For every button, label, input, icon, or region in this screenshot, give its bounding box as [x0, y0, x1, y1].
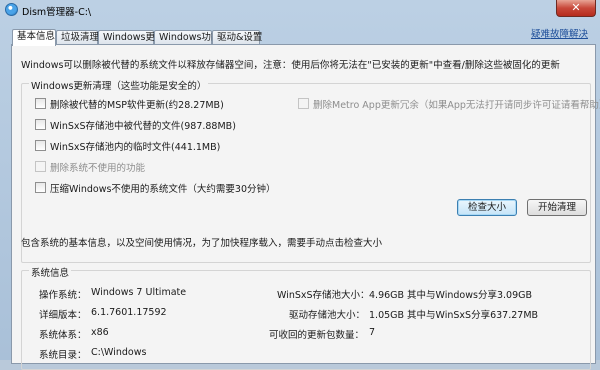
- start-cleanup-button[interactable]: 开始清理: [527, 199, 587, 216]
- dism-manager-window: Dism管理器-C:\ ✕ 疑难故障解决 基本信息 垃圾清理 Windows更新…: [0, 0, 600, 370]
- tab-drivers-settings[interactable]: 驱动&设置: [212, 30, 262, 44]
- driver-store-value: 1.05GB 其中与WinSxS分享637.27MB: [369, 310, 539, 321]
- version-value: 6.1.7601.17592: [91, 307, 167, 318]
- window-title: Dism管理器-C:\: [22, 7, 92, 18]
- update-cleanup-group-title: Windows更新清理（这些功能是安全的）: [29, 78, 209, 92]
- checkbox-box: [35, 161, 46, 172]
- sysdir-label: 系统目录：: [39, 350, 87, 361]
- size-note-text: 包含系统的基本信息，以及空间使用情况，为了加快程序载入，需要手动点击检查大小: [21, 238, 383, 249]
- tab-panel-basic-info: Windows可以删除被代替的系统文件以释放存储器空间，注意：使用后你将无法在"…: [11, 44, 600, 370]
- tab-windows-update[interactable]: Windows更新: [98, 30, 164, 44]
- winsxs-size-label: WinSxS存储池大小：: [277, 290, 370, 301]
- os-label: 操作系统：: [39, 290, 87, 301]
- checkbox-label: WinSxS存储池内的临时文件(441.1MB): [50, 141, 221, 153]
- reclaimable-value: 7: [369, 327, 376, 338]
- driver-store-label: 驱动存储池大小：: [289, 310, 366, 321]
- checkbox-metro-app: 删除Metro App更新冗余（如果App无法打开请同步许可证请看帮助）: [298, 97, 600, 111]
- checkbox-msp-updates[interactable]: 删除被代替的MSP软件更新(约28.27MB): [35, 97, 224, 111]
- checkbox-label: 压缩Windows不使用的系统文件（大约需要30分钟）: [50, 183, 276, 195]
- winsxs-size-value: 4.96GB 其中与Windows分享3.09GB: [369, 290, 532, 301]
- app-icon: [5, 3, 18, 16]
- checkbox-box[interactable]: [35, 140, 46, 151]
- intro-text: Windows可以删除被代替的系统文件以释放存储器空间，注意：使用后你将无法在"…: [21, 60, 560, 71]
- os-value: Windows 7 Ultimate: [91, 287, 187, 298]
- checkbox-label: 删除被代替的MSP软件更新(约28.27MB): [50, 99, 224, 111]
- sysdir-value: C:\Windows: [91, 347, 147, 358]
- checkbox-winsxs-superseded[interactable]: WinSxS存储池中被代替的文件(987.88MB): [35, 118, 236, 132]
- title-bar: Dism管理器-C:\ ✕: [0, 0, 600, 20]
- arch-label: 系统体系：: [39, 330, 87, 341]
- reclaimable-label: 可收回的更新包数量：: [269, 330, 365, 341]
- troubleshoot-link[interactable]: 疑难故障解决: [531, 26, 588, 40]
- version-label: 详细版本：: [39, 310, 87, 321]
- checkbox-label: WinSxS存储池中被代替的文件(987.88MB): [50, 120, 236, 132]
- checkbox-label: 删除系统不使用的功能: [50, 162, 146, 174]
- checkbox-box[interactable]: [35, 182, 46, 193]
- checkbox-unused-features: 删除系统不使用的功能: [35, 160, 146, 174]
- checkbox-winsxs-temp[interactable]: WinSxS存储池内的临时文件(441.1MB): [35, 139, 221, 153]
- system-info-group: 系统信息 操作系统： Windows 7 Ultimate 详细版本： 6.1.…: [21, 265, 591, 370]
- close-button[interactable]: ✕: [556, 0, 596, 17]
- system-info-group-title: 系统信息: [29, 265, 72, 279]
- arch-value: x86: [91, 327, 109, 338]
- tab-junk-cleanup[interactable]: 垃圾清理: [56, 30, 99, 44]
- checkbox-box: [298, 98, 309, 109]
- checkbox-label: 删除Metro App更新冗余（如果App无法打开请同步许可证请看帮助）: [313, 99, 600, 111]
- check-size-button[interactable]: 检查大小: [457, 199, 517, 216]
- checkbox-box[interactable]: [35, 119, 46, 130]
- checkbox-box[interactable]: [35, 98, 46, 109]
- tab-basic-info[interactable]: 基本信息: [12, 29, 56, 46]
- checkbox-compress-files[interactable]: 压缩Windows不使用的系统文件（大约需要30分钟）: [35, 181, 276, 195]
- tab-windows-features[interactable]: Windows功能: [154, 30, 220, 44]
